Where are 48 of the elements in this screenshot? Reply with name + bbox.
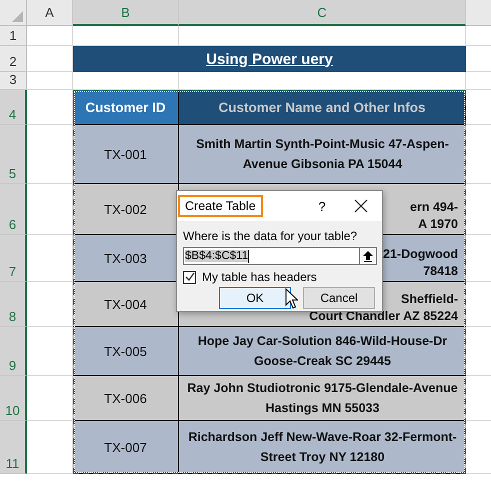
table-cell-text: 21-Dogwood: [383, 246, 458, 263]
row-header[interactable]: 7: [0, 235, 27, 282]
column-heading: Customer Name and Other Infos: [179, 90, 466, 125]
table-cell: TX-007: [73, 421, 179, 474]
row-header[interactable]: 2: [0, 46, 27, 72]
column-header[interactable]: B: [73, 0, 179, 26]
table-cell: TX-006: [73, 376, 179, 421]
upload-arrow-icon: [363, 250, 373, 262]
row-header[interactable]: 3: [0, 72, 27, 90]
ok-button[interactable]: OK: [219, 287, 291, 309]
column-header[interactable]: C: [179, 0, 466, 26]
mouse-pointer-icon: [285, 288, 298, 309]
select-all-icon[interactable]: [12, 11, 23, 22]
headers-checkbox[interactable]: [183, 270, 196, 284]
checkbox-label: My table has headers: [202, 270, 317, 284]
sheet-title: Using Power uery: [73, 46, 466, 72]
table-cell-text: A 1970: [418, 216, 458, 233]
close-icon[interactable]: [354, 199, 368, 213]
table-cell: TX-005: [73, 327, 179, 376]
table-cell-text: Sheffield-: [401, 291, 458, 308]
table-cell: Ray John Studiotronic 9175-Glendale-Avenue Hastings MN 55033: [179, 376, 466, 421]
collapse-button[interactable]: [360, 247, 377, 265]
row-header[interactable]: 9: [0, 327, 27, 376]
table-cell: Richardson Jeff New-Wave-Roar 32-Fermont-Street Troy NY 12180: [179, 421, 466, 474]
range-field[interactable]: $B$4:$C$11: [183, 247, 360, 265]
row-header[interactable]: 1: [0, 26, 27, 46]
row-header[interactable]: 5: [0, 125, 27, 184]
row-header[interactable]: 6: [0, 184, 27, 235]
table-cell-text: 78418: [423, 263, 458, 280]
row-header[interactable]: 11: [0, 421, 27, 474]
row-header[interactable]: 10: [0, 376, 27, 421]
table-cell: TX-002: [73, 184, 179, 235]
help-button[interactable]: ?: [312, 198, 332, 214]
table-cell: Smith Martin Synth-Point-Music 47-Aspen-Avenue Gibsonia PA 15044: [179, 125, 466, 184]
column-header[interactable]: A: [27, 0, 73, 26]
cancel-button[interactable]: Cancel: [303, 287, 375, 309]
table-cell: Hope Jay Car-Solution 846-Wild-House-Dr Goose-Creak SC 29445: [179, 327, 466, 376]
table-cell-text: ern 494-: [410, 199, 458, 216]
column-header-background: [466, 0, 491, 26]
column-heading: Customer ID: [73, 90, 179, 125]
dialog-title: Create Table: [178, 195, 263, 217]
table-cell-text: Court Chandler AZ 85224: [309, 308, 458, 325]
table-cell: TX-004: [73, 282, 179, 327]
row-header[interactable]: 4: [0, 90, 27, 125]
prompt-label: Where is the data for your table?: [183, 229, 358, 243]
row-header[interactable]: 8: [0, 282, 27, 327]
table-cell: TX-001: [73, 125, 179, 184]
table-cell: TX-003: [73, 235, 179, 282]
